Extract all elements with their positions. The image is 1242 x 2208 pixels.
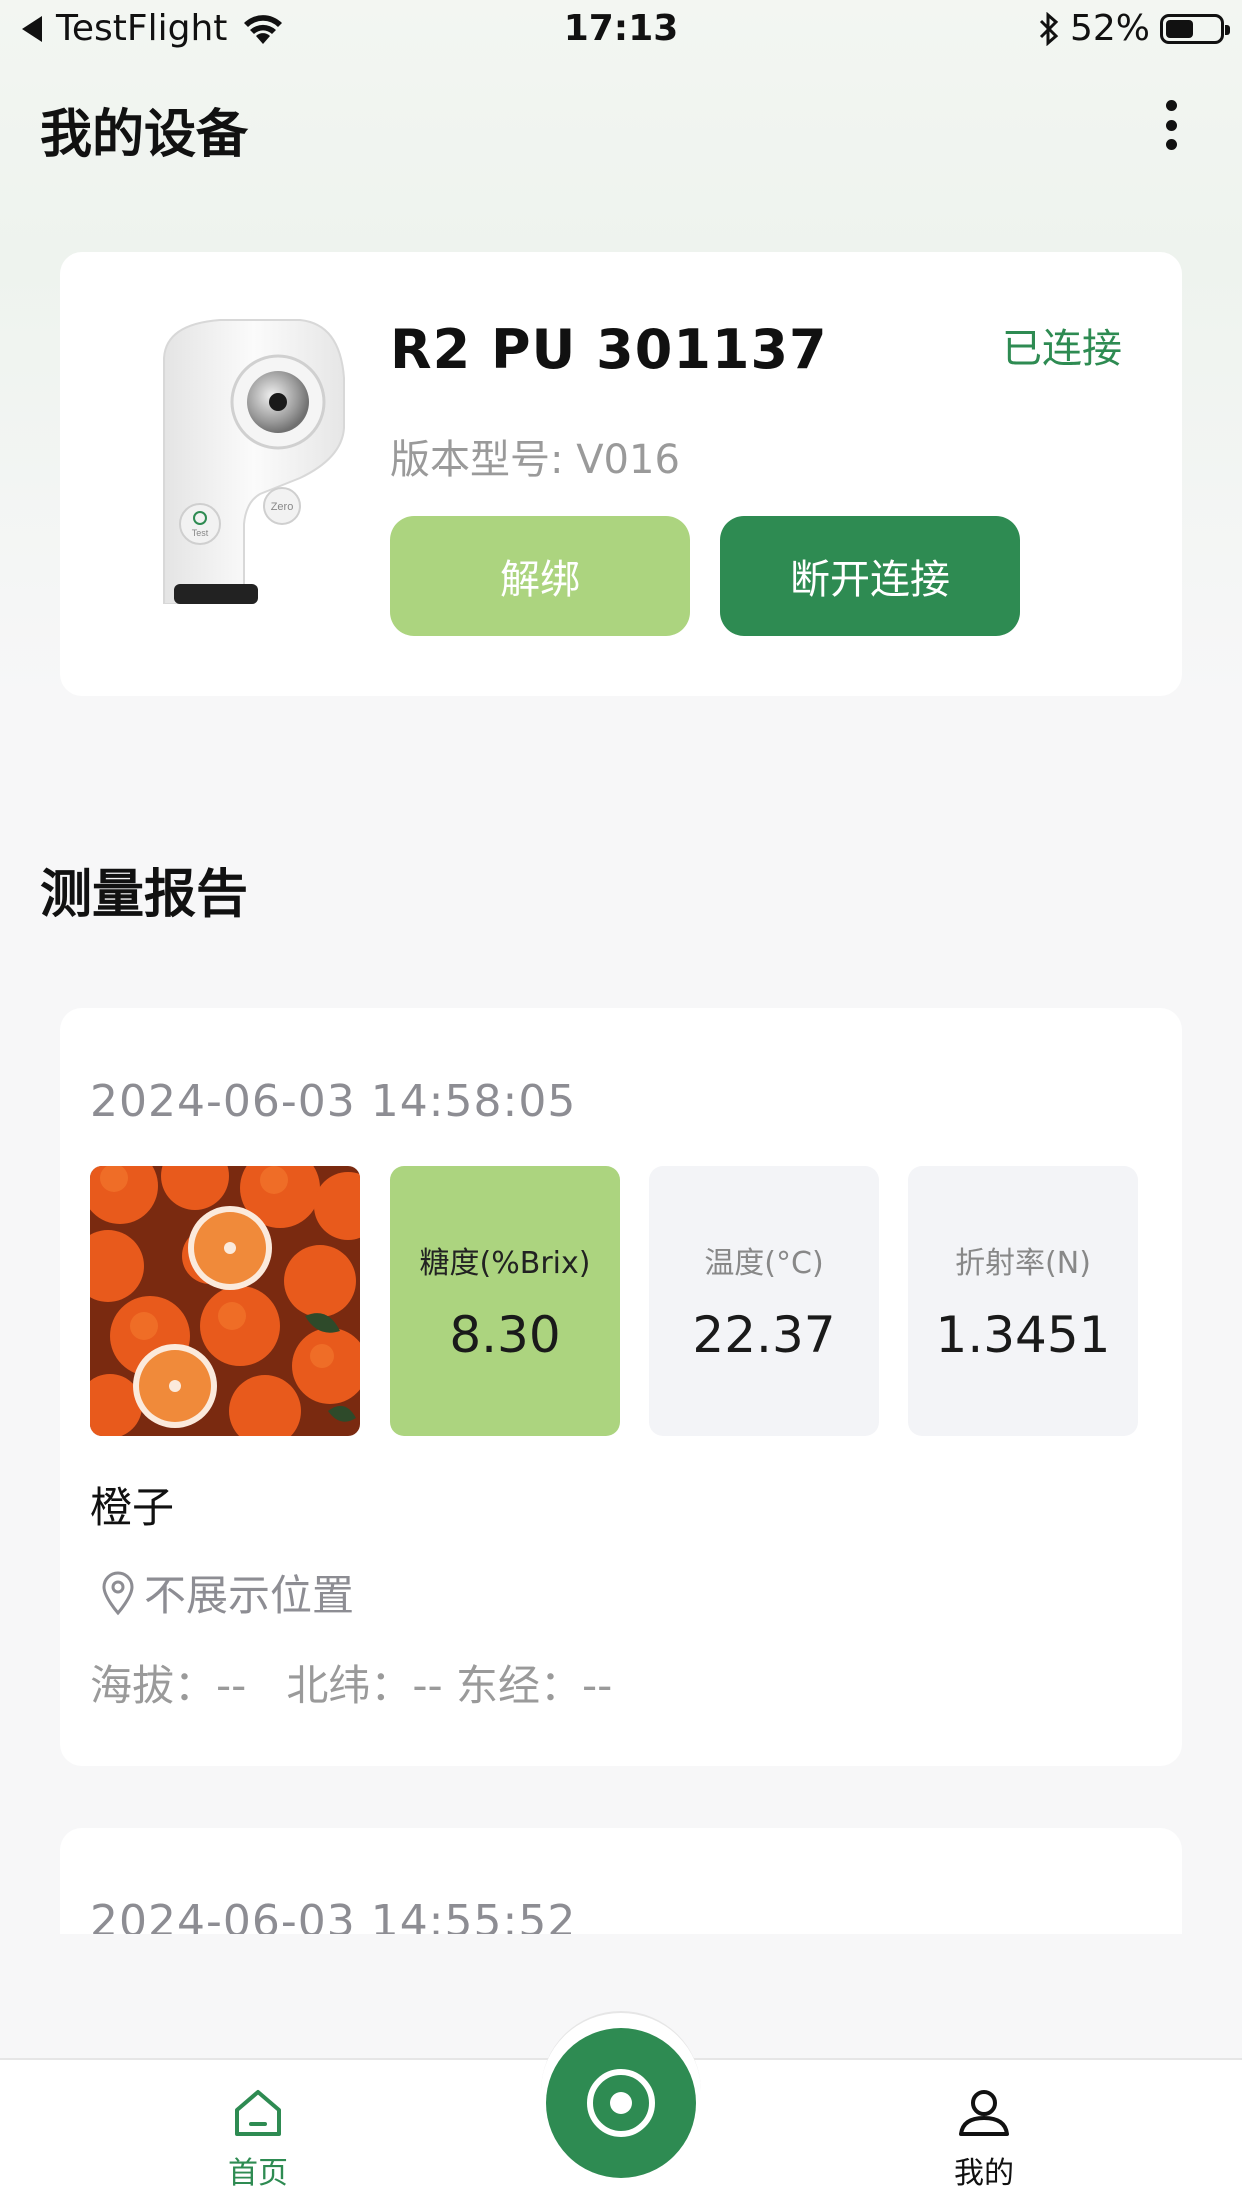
metric-value: 22.37 (692, 1306, 836, 1364)
tab-home-label: 首页 (228, 2156, 288, 2191)
metric-label: 折射率(N) (955, 1246, 1091, 1281)
battery-level (1166, 19, 1194, 38)
scan-target-icon (587, 2069, 655, 2137)
home-icon (235, 2090, 281, 2136)
report-timestamp: 2024-06-03 14:55:52 (90, 1896, 577, 1934)
page-title: 我的设备 (40, 105, 249, 165)
scan-button[interactable] (546, 2028, 696, 2178)
report-card[interactable]: 2024-06-03 14:58:05 糖度(%Brix) 8.30 温度(°C… (60, 1008, 1182, 1766)
tab-home[interactable]: 首页 (178, 2088, 338, 2192)
location-row: 不展示位置 (100, 1562, 354, 1623)
sample-name: 橙子 (90, 1483, 175, 1532)
status-right: 52% (1038, 8, 1230, 49)
disconnect-button[interactable]: 断开连接 (720, 516, 1020, 636)
test-button-label: Test (192, 528, 209, 538)
user-icon (959, 2090, 1009, 2136)
connection-status: 已连接 (1002, 326, 1122, 372)
report-card[interactable]: 2024-06-03 14:55:52 (60, 1828, 1182, 1934)
bluetooth-icon (1039, 11, 1059, 46)
zero-button-label: Zero (271, 501, 294, 513)
metric-label: 温度(°C) (704, 1246, 824, 1281)
tab-mine[interactable]: 我的 (904, 2088, 1064, 2192)
device-name: R2 PU 301137 (390, 318, 828, 381)
device-card: Zero Test R2 PU 301137 已连接 版本型号: V016 解绑… (60, 252, 1182, 696)
device-version: 版本型号: V016 (390, 437, 680, 483)
metric-temperature: 温度(°C) 22.37 (649, 1166, 879, 1436)
refractometer-image: Zero Test (163, 319, 345, 604)
battery-icon (1160, 13, 1230, 44)
more-vertical-icon[interactable] (1158, 100, 1184, 150)
orange-photo (90, 1166, 360, 1436)
metric-value: 8.30 (449, 1306, 561, 1364)
location-pin-icon (102, 1571, 134, 1615)
battery-tip (1225, 24, 1230, 35)
tab-mine-label: 我的 (954, 2156, 1014, 2191)
coordinates: 海拔：-- 北纬：-- 东经：-- (90, 1661, 613, 1710)
battery-percent: 52% (1069, 8, 1150, 49)
metric-value: 1.3451 (935, 1306, 1111, 1364)
metric-refractive-index: 折射率(N) 1.3451 (908, 1166, 1138, 1436)
metric-label: 糖度(%Brix) (419, 1246, 591, 1281)
metric-brix: 糖度(%Brix) 8.30 (390, 1166, 620, 1436)
status-bar: TestFlight 17:13 52% (0, 0, 1242, 62)
reports-title: 测量报告 (40, 865, 249, 925)
report-timestamp: 2024-06-03 14:58:05 (90, 1076, 577, 1127)
location-text: 不展示位置 (144, 1571, 355, 1620)
unbind-button[interactable]: 解绑 (390, 516, 690, 636)
